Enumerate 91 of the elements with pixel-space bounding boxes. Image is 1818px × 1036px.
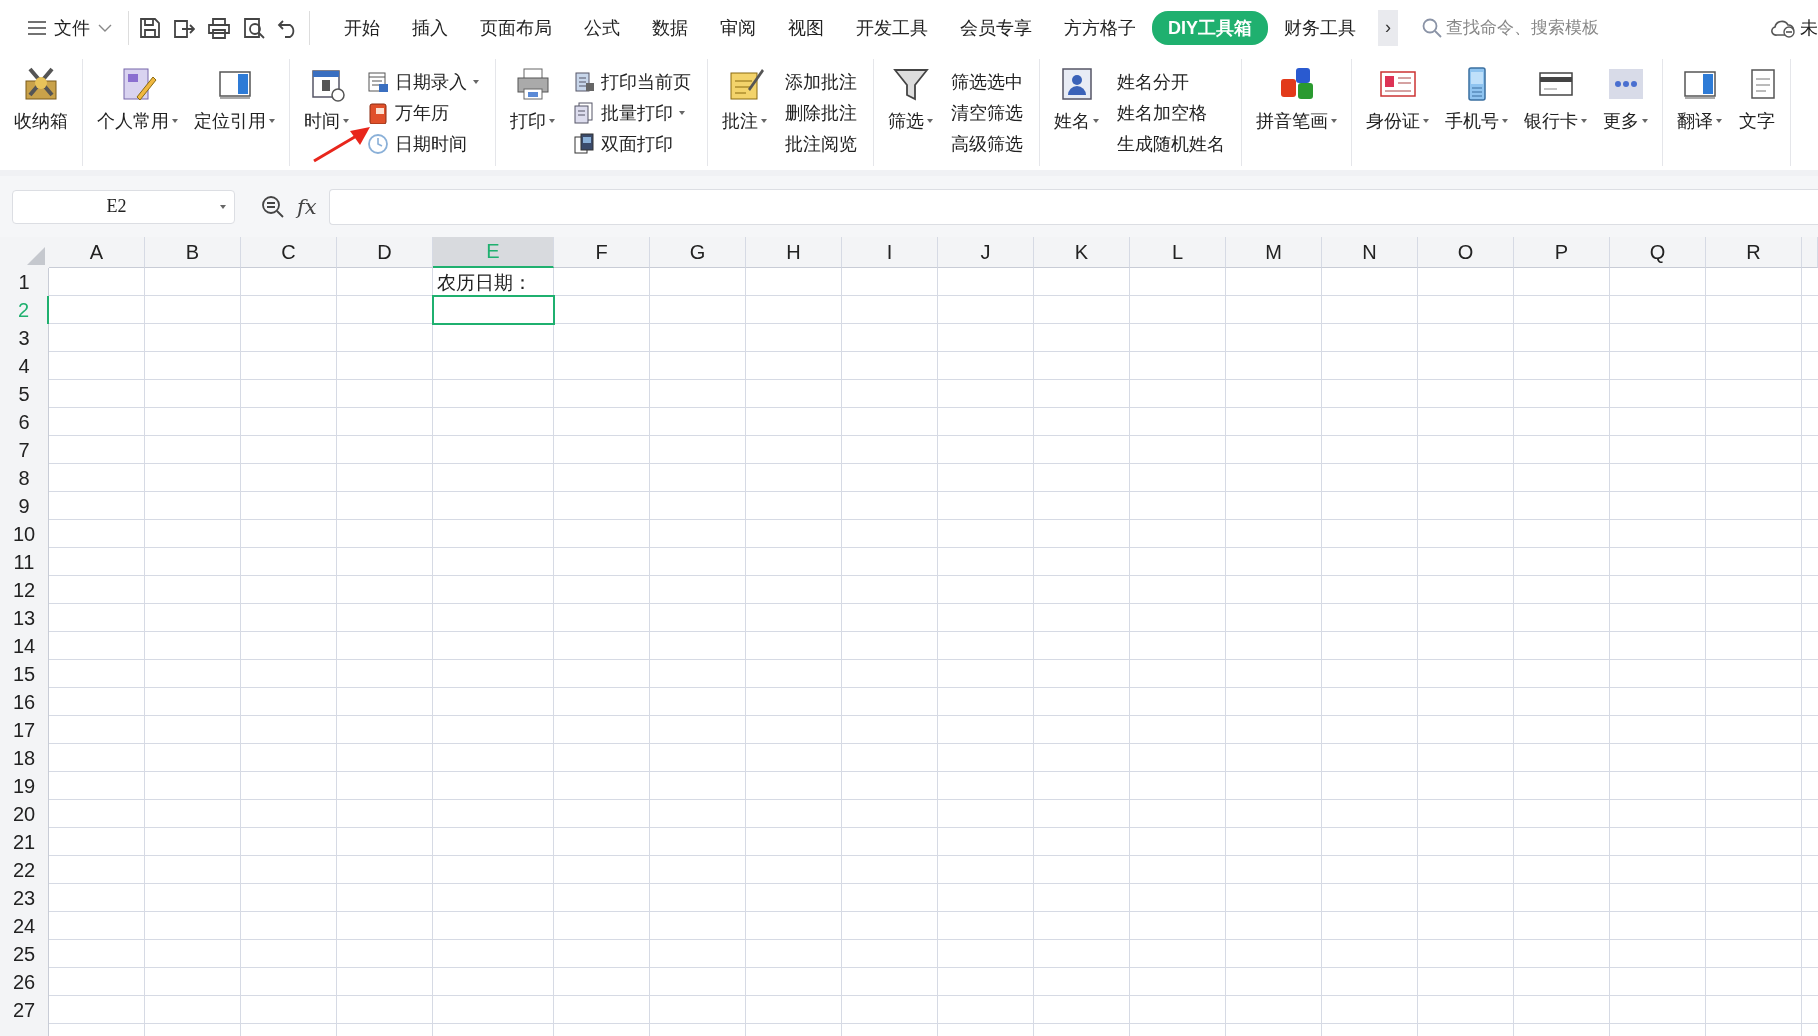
ribbon-tab[interactable]: 视图 bbox=[772, 10, 840, 45]
ribbon-button[interactable]: 更多 bbox=[1595, 59, 1656, 166]
ribbon-button[interactable]: 日期录入 bbox=[363, 66, 483, 97]
ribbon-button[interactable]: 文字 bbox=[1730, 59, 1784, 166]
ribbon-button[interactable]: 双面打印 bbox=[569, 128, 695, 159]
file-menu[interactable]: 文件 bbox=[22, 11, 118, 44]
ribbon-button[interactable]: 收纳箱 bbox=[6, 59, 76, 166]
ribbon-button[interactable]: 添加批注 bbox=[781, 66, 861, 97]
ribbon-button[interactable]: 个人常用 bbox=[89, 59, 186, 166]
row-header[interactable]: 9 bbox=[0, 492, 49, 520]
column-header[interactable]: I bbox=[842, 237, 938, 268]
ribbon-button[interactable]: 手机号 bbox=[1437, 59, 1516, 166]
row-header[interactable]: 10 bbox=[0, 520, 49, 548]
row-header[interactable]: 14 bbox=[0, 632, 49, 660]
ribbon-tab[interactable]: 数据 bbox=[636, 10, 704, 45]
row-header[interactable]: 25 bbox=[0, 940, 49, 968]
ribbon-tab[interactable]: 审阅 bbox=[704, 10, 772, 45]
column-header[interactable]: D bbox=[337, 237, 433, 268]
column-header[interactable]: H bbox=[746, 237, 842, 268]
ribbon-button[interactable]: 身份证 bbox=[1358, 59, 1437, 166]
ribbon-button[interactable]: 日期时间 bbox=[363, 128, 483, 159]
row-header[interactable]: 4 bbox=[0, 352, 49, 380]
ribbon-button[interactable]: 筛选 bbox=[880, 59, 941, 166]
row-header[interactable]: 23 bbox=[0, 884, 49, 912]
row-header[interactable]: 17 bbox=[0, 716, 49, 744]
ribbon-button[interactable]: 拼音笔画 bbox=[1248, 59, 1345, 166]
column-header[interactable]: K bbox=[1034, 237, 1130, 268]
row-header[interactable]: 11 bbox=[0, 548, 49, 576]
row-header[interactable]: 7 bbox=[0, 436, 49, 464]
row-header[interactable]: 16 bbox=[0, 688, 49, 716]
ribbon-button[interactable]: 银行卡 bbox=[1516, 59, 1595, 166]
row-header[interactable]: 13 bbox=[0, 604, 49, 632]
ribbon-button[interactable]: 万年历 bbox=[363, 97, 483, 128]
column-header[interactable]: R bbox=[1706, 237, 1802, 268]
column-header[interactable]: L bbox=[1130, 237, 1226, 268]
row-header[interactable]: 24 bbox=[0, 912, 49, 940]
table-cell-text: 农历日期： bbox=[436, 270, 533, 295]
column-header[interactable]: A bbox=[49, 237, 145, 268]
row-header[interactable]: 8 bbox=[0, 464, 49, 492]
column-header[interactable]: C bbox=[241, 237, 337, 268]
function-button[interactable]: fx bbox=[297, 194, 317, 219]
name-box[interactable]: E2 bbox=[12, 189, 235, 224]
ribbon-tab[interactable]: 开始 bbox=[328, 10, 396, 45]
ribbon-tab[interactable]: 方方格子 bbox=[1048, 10, 1152, 45]
ribbon-tab[interactable]: 会员专享 bbox=[944, 10, 1048, 45]
ribbon-button[interactable]: 定位引用 bbox=[186, 59, 283, 166]
ribbon-tab[interactable]: 插入 bbox=[396, 10, 464, 45]
ribbon-button[interactable]: 批注阅览 bbox=[781, 128, 861, 159]
ribbon-button[interactable]: 批注 bbox=[714, 59, 775, 166]
column-header[interactable]: F bbox=[554, 237, 650, 268]
row-header[interactable]: 18 bbox=[0, 744, 49, 772]
row-header[interactable]: 5 bbox=[0, 380, 49, 408]
ribbon-button[interactable]: 清空筛选 bbox=[947, 97, 1027, 128]
cloud-status[interactable]: 未 bbox=[1800, 15, 1818, 40]
ribbon-button[interactable]: 姓名分开 bbox=[1113, 66, 1229, 97]
more-tabs-button[interactable]: › bbox=[1378, 9, 1398, 46]
ribbon-button[interactable]: 翻译 bbox=[1669, 59, 1730, 166]
row-header[interactable]: 27 bbox=[0, 996, 49, 1024]
row-header[interactable]: 19 bbox=[0, 772, 49, 800]
row-header[interactable]: 26 bbox=[0, 968, 49, 996]
row-header[interactable]: 20 bbox=[0, 800, 49, 828]
row-header[interactable]: 6 bbox=[0, 408, 49, 436]
row-header[interactable]: 1 bbox=[0, 268, 49, 296]
row-header[interactable]: 22 bbox=[0, 856, 49, 884]
column-header[interactable]: O bbox=[1418, 237, 1514, 268]
ribbon-tab[interactable]: 财务工具 bbox=[1268, 10, 1372, 45]
row-header[interactable]: 21 bbox=[0, 828, 49, 856]
ribbon-tab[interactable]: 开发工具 bbox=[840, 10, 944, 45]
ribbon-button[interactable]: 生成随机姓名 bbox=[1113, 128, 1229, 159]
ribbon-button[interactable]: 筛选选中 bbox=[947, 66, 1027, 97]
ribbon-button[interactable]: 删除批注 bbox=[781, 97, 861, 128]
row-header[interactable]: 15 bbox=[0, 660, 49, 688]
column-header[interactable]: B bbox=[145, 237, 241, 268]
row-header[interactable]: 12 bbox=[0, 576, 49, 604]
ribbon-button[interactable]: 批量打印 bbox=[569, 97, 695, 128]
ribbon-tab[interactable]: 公式 bbox=[568, 10, 636, 45]
ribbon-button[interactable]: 姓名加空格 bbox=[1113, 97, 1229, 128]
column-header[interactable]: N bbox=[1322, 237, 1418, 268]
column-header[interactable]: Q bbox=[1610, 237, 1706, 268]
ribbon-button[interactable]: 姓名 bbox=[1046, 59, 1107, 166]
column-header[interactable]: J bbox=[938, 237, 1034, 268]
ribbon-button[interactable]: 高级筛选 bbox=[947, 128, 1027, 159]
ribbon-tab[interactable]: 页面布局 bbox=[464, 10, 568, 45]
column-header[interactable]: G bbox=[650, 237, 746, 268]
search-field[interactable]: 查找命令、搜索模板 bbox=[1446, 17, 1636, 38]
row-header[interactable]: 3 bbox=[0, 324, 49, 352]
ribbon-button[interactable]: 打印 bbox=[502, 59, 563, 166]
column-header[interactable]: M bbox=[1226, 237, 1322, 268]
ribbon-button[interactable]: 打印当前页 bbox=[569, 66, 695, 97]
ribbon-button[interactable]: 时间 bbox=[296, 59, 357, 166]
column-header[interactable]: P bbox=[1514, 237, 1610, 268]
